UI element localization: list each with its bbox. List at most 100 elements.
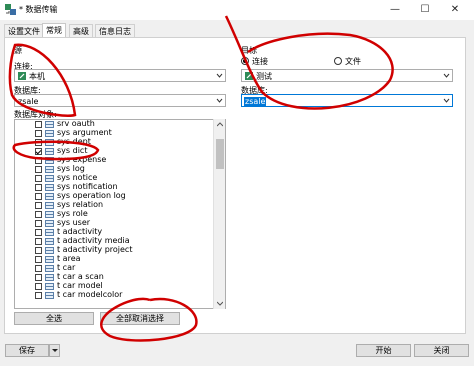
list-item[interactable]: sys operation log xyxy=(15,191,215,201)
list-item[interactable]: srv oauth xyxy=(15,120,215,129)
target-database-value: zsale xyxy=(244,97,267,106)
table-icon xyxy=(45,193,54,200)
list-item[interactable]: t car modelcolor xyxy=(15,290,215,300)
target-connection-radio-label: 连接 xyxy=(252,57,268,66)
list-item[interactable]: t area xyxy=(15,254,215,264)
maximize-icon[interactable]: ☐ xyxy=(410,0,440,20)
table-icon xyxy=(45,256,54,263)
title-bar: * 数据传输 — ☐ ✕ xyxy=(0,0,474,20)
target-file-radio[interactable] xyxy=(334,57,342,65)
table-icon xyxy=(45,283,54,290)
object-checkbox[interactable] xyxy=(35,184,42,191)
object-checkbox[interactable] xyxy=(35,265,42,272)
table-icon xyxy=(45,238,54,245)
object-checkbox[interactable] xyxy=(35,175,42,182)
object-name: t car modelcolor xyxy=(57,290,123,299)
table-icon xyxy=(45,121,54,128)
object-checkbox[interactable] xyxy=(35,202,42,209)
table-icon xyxy=(45,211,54,218)
scroll-down-icon[interactable] xyxy=(217,300,223,306)
chevron-down-icon xyxy=(443,98,450,103)
tab-settings-file[interactable]: 设置文件 xyxy=(4,24,44,37)
source-database-value: zsale xyxy=(18,97,39,106)
target-group-label: 目标 xyxy=(241,46,257,55)
list-item[interactable]: sys relation xyxy=(15,200,215,210)
object-checkbox[interactable] xyxy=(35,139,42,146)
list-item[interactable]: sys argument xyxy=(15,128,215,138)
source-database-select[interactable]: zsale xyxy=(14,94,226,107)
scroll-up-icon[interactable] xyxy=(217,122,223,128)
table-icon xyxy=(45,166,54,173)
table-icon xyxy=(45,130,54,137)
data-transfer-window: * 数据传输 — ☐ ✕ 设置文件 常规 高级 信息日志 源 连接: 本机 数据… xyxy=(0,0,474,366)
minimize-icon[interactable]: — xyxy=(380,0,410,20)
list-item[interactable]: sys role xyxy=(15,209,215,219)
list-item[interactable]: t adactivity project xyxy=(15,245,215,255)
table-icon xyxy=(45,229,54,236)
chevron-down-icon xyxy=(443,73,450,78)
table-icon xyxy=(45,148,54,155)
database-objects-list: srv oauth sys argument sys dept sys dict… xyxy=(14,119,226,309)
tab-general[interactable]: 常规 xyxy=(42,23,66,38)
object-checkbox[interactable] xyxy=(35,256,42,263)
connection-icon xyxy=(18,72,26,80)
object-checkbox[interactable] xyxy=(35,121,42,128)
object-checkbox[interactable] xyxy=(35,274,42,281)
target-database-select[interactable]: zsale xyxy=(241,94,453,107)
table-icon xyxy=(45,220,54,227)
tab-advanced[interactable]: 高级 xyxy=(69,24,93,37)
target-connection-value: 测试 xyxy=(256,72,272,81)
object-checkbox[interactable] xyxy=(35,166,42,173)
save-button[interactable]: 保存 xyxy=(5,344,49,357)
target-file-radio-label: 文件 xyxy=(345,57,361,66)
close-button[interactable]: 关闭 xyxy=(414,344,469,357)
object-checkbox[interactable] xyxy=(35,211,42,218)
chevron-down-icon xyxy=(216,73,223,78)
list-item[interactable]: t car xyxy=(15,263,215,273)
start-button[interactable]: 开始 xyxy=(356,344,411,357)
list-item[interactable]: sys dept xyxy=(15,137,215,147)
object-checkbox[interactable] xyxy=(35,157,42,164)
bottom-action-bar: 保存 开始 关闭 xyxy=(0,338,474,366)
object-checkbox[interactable] xyxy=(35,148,42,155)
list-item[interactable]: sys user xyxy=(15,218,215,228)
objects-scrollbar[interactable] xyxy=(213,119,225,309)
table-icon xyxy=(45,139,54,146)
close-icon[interactable]: ✕ xyxy=(440,0,470,20)
list-item[interactable]: t car a scan xyxy=(15,272,215,282)
table-icon xyxy=(45,184,54,191)
source-group-label: 源 xyxy=(14,46,22,55)
deselect-all-button[interactable]: 全部取消选择 xyxy=(100,312,180,325)
scrollbar-thumb[interactable] xyxy=(216,139,224,169)
tab-message-log[interactable]: 信息日志 xyxy=(95,24,135,37)
chevron-down-icon xyxy=(52,349,58,352)
target-connection-radio[interactable] xyxy=(241,57,249,65)
table-icon xyxy=(45,247,54,254)
list-item[interactable]: sys expense xyxy=(15,155,215,165)
object-checkbox[interactable] xyxy=(35,283,42,290)
select-all-button[interactable]: 全选 xyxy=(14,312,94,325)
object-checkbox[interactable] xyxy=(35,220,42,227)
target-connection-select[interactable]: 测试 xyxy=(241,69,453,82)
data-transfer-app-icon xyxy=(5,4,16,15)
chevron-down-icon xyxy=(216,98,223,103)
object-checkbox[interactable] xyxy=(35,292,42,299)
table-icon xyxy=(45,202,54,209)
object-checkbox[interactable] xyxy=(35,193,42,200)
object-checkbox[interactable] xyxy=(35,247,42,254)
source-connection-select[interactable]: 本机 xyxy=(14,69,226,82)
connection-icon xyxy=(245,72,253,80)
table-icon xyxy=(45,292,54,299)
list-item[interactable]: sys log xyxy=(15,164,215,174)
source-connection-value: 本机 xyxy=(29,72,45,81)
object-checkbox[interactable] xyxy=(35,229,42,236)
object-checkbox[interactable] xyxy=(35,238,42,245)
object-checkbox[interactable] xyxy=(35,130,42,137)
list-item[interactable]: sys dict xyxy=(15,146,215,156)
table-icon xyxy=(45,175,54,182)
window-title: * 数据传输 xyxy=(19,5,58,14)
table-icon xyxy=(45,265,54,272)
save-menu-button[interactable] xyxy=(49,344,60,357)
table-icon xyxy=(45,274,54,281)
table-icon xyxy=(45,157,54,164)
